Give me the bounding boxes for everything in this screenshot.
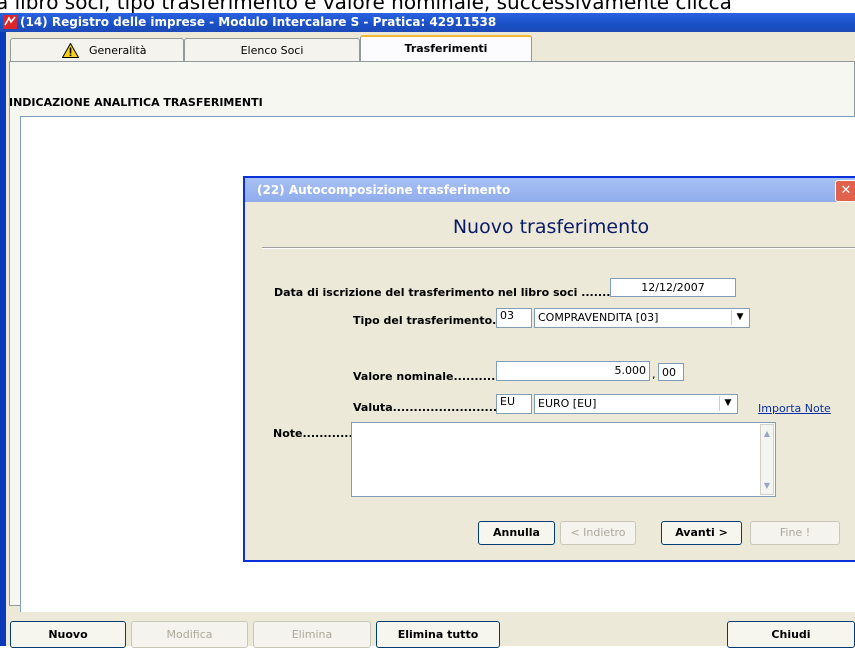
chevron-down-icon[interactable]: ▼ [719, 396, 736, 411]
fine-label: Fine ! [779, 526, 811, 539]
avanti-label: Avanti > [675, 526, 728, 539]
annulla-button[interactable]: Annulla [478, 521, 555, 545]
importa-note-link[interactable]: Importa Note [758, 402, 831, 415]
modifica-button[interactable]: Modifica [131, 621, 248, 648]
tab-generalita-label: Generalità [89, 44, 147, 57]
chiudi-button[interactable]: Chiudi [727, 621, 855, 648]
data-iscrizione-field[interactable]: 12/12/2007 [610, 278, 736, 297]
note-scrollbar[interactable]: ▲ ▼ [760, 424, 774, 495]
tipo-code-field[interactable]: 03 [496, 308, 532, 328]
valore-decimali-field[interactable]: 00 [658, 363, 684, 381]
tab-generalita[interactable]: Generalità [10, 38, 184, 62]
dialog-titlebar: (22) Autocomposizione trasferimento ✕ [245, 178, 855, 202]
tipo-trasferimento-select[interactable]: COMPRAVENDITA [03] ▼ [534, 308, 750, 328]
warning-icon [62, 43, 79, 58]
data-iscrizione-label: Data di iscrizione del trasferimento nel… [274, 286, 628, 299]
scroll-up-icon[interactable]: ▲ [761, 427, 773, 440]
caption-text: a libro soci, tipo trasferimento e valor… [0, 0, 732, 14]
note-textarea[interactable]: ▲ ▼ [351, 422, 776, 497]
elimina-tutto-button[interactable]: Elimina tutto [376, 621, 500, 648]
indietro-label: < Indietro [570, 526, 626, 539]
window-title: (14) Registro delle imprese - Modulo Int… [20, 15, 497, 29]
tab-trasferimenti[interactable]: Trasferimenti [360, 35, 532, 62]
nuovo-label: Nuovo [48, 628, 88, 641]
decimal-separator: , [652, 368, 656, 381]
app-icon [3, 15, 17, 29]
scroll-down-icon[interactable]: ▼ [761, 479, 773, 492]
chiudi-label: Chiudi [771, 628, 811, 641]
tab-elenco-soci-label: Elenco Soci [240, 44, 304, 57]
dialog-title: (22) Autocomposizione trasferimento [257, 183, 511, 197]
tipo-trasferimento-value: COMPRAVENDITA [03] [538, 311, 659, 324]
chevron-down-icon[interactable]: ▼ [731, 310, 748, 325]
nuovo-button[interactable]: Nuovo [10, 621, 126, 648]
valuta-value: EURO [EU] [538, 397, 597, 410]
avanti-button[interactable]: Avanti > [661, 521, 742, 545]
section-title: INDICAZIONE ANALITICA TRASFERIMENTI [9, 96, 263, 109]
close-icon[interactable]: ✕ [835, 180, 855, 202]
window-titlebar: (14) Registro delle imprese - Modulo Int… [0, 13, 855, 32]
elimina-button[interactable]: Elimina [253, 621, 371, 648]
tab-trasferimenti-label: Trasferimenti [404, 42, 488, 55]
heading-divider [262, 247, 855, 249]
window-border [0, 32, 6, 646]
elimina-tutto-label: Elimina tutto [397, 628, 479, 641]
valuta-select[interactable]: EURO [EU] ▼ [534, 394, 738, 414]
tipo-trasferimento-label: Tipo del trasferimento.... [353, 314, 509, 327]
annulla-label: Annulla [493, 526, 540, 539]
tab-elenco-soci[interactable]: Elenco Soci [184, 38, 360, 62]
fine-button[interactable]: Fine ! [750, 521, 840, 545]
dialog-heading: Nuovo trasferimento [452, 216, 650, 238]
modifica-label: Modifica [166, 628, 213, 641]
valore-intero-field[interactable]: 5.000 [496, 361, 650, 381]
indietro-button[interactable]: < Indietro [560, 521, 636, 545]
valuta-code-field[interactable]: EU [496, 394, 532, 414]
elimina-label: Elimina [291, 628, 333, 641]
